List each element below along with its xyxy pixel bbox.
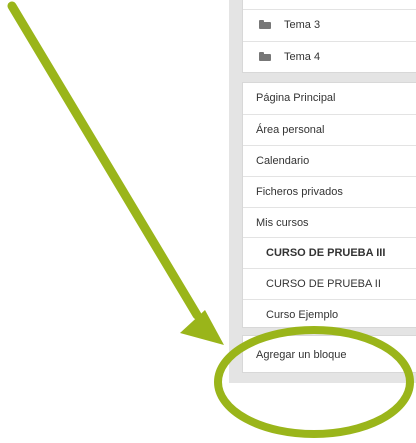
arrow-head (180, 310, 224, 345)
course-sections-block: Tema 3 Tema 4 (242, 0, 416, 73)
nav-item-label: Curso Ejemplo (266, 309, 339, 321)
nav-item-dashboard[interactable]: Área personal (243, 114, 416, 145)
nav-item-label: CURSO DE PRUEBA II (266, 278, 381, 290)
add-block-label: Agregar un bloque (256, 349, 347, 361)
section-label: Tema 4 (284, 51, 321, 63)
nav-item-course-iii[interactable]: CURSO DE PRUEBA III (243, 237, 416, 268)
nav-item-course-example[interactable]: Curso Ejemplo (243, 299, 416, 329)
arrow-shaft (7, 1, 202, 320)
nav-item-calendar[interactable]: Calendario (243, 145, 416, 176)
add-block-link[interactable]: Agregar un bloque (243, 336, 416, 374)
section-row-tema-3[interactable]: Tema 3 (243, 9, 416, 41)
section-row-tema-4[interactable]: Tema 4 (243, 41, 416, 73)
folder-icon (259, 52, 271, 61)
nav-item-label: Mis cursos (256, 217, 309, 229)
nav-item-label: Ficheros privados (256, 186, 343, 198)
add-block-panel: Agregar un bloque (242, 335, 416, 373)
nav-item-course-ii[interactable]: CURSO DE PRUEBA II (243, 268, 416, 299)
nav-item-label: CURSO DE PRUEBA III (266, 247, 386, 259)
folder-icon (259, 20, 271, 29)
nav-item-my-courses[interactable]: Mis cursos (243, 207, 416, 237)
nav-item-home[interactable]: Página Principal (243, 83, 416, 114)
nav-item-label: Página Principal (256, 92, 336, 104)
annotation-arrow (7, 1, 224, 345)
nav-item-private-files[interactable]: Ficheros privados (243, 176, 416, 207)
section-label: Tema 3 (284, 19, 321, 31)
navigation-block: Página Principal Área personal Calendari… (242, 82, 416, 328)
nav-item-label: Área personal (256, 124, 325, 136)
section-row-partial[interactable] (243, 0, 416, 5)
nav-item-label: Calendario (256, 155, 310, 167)
